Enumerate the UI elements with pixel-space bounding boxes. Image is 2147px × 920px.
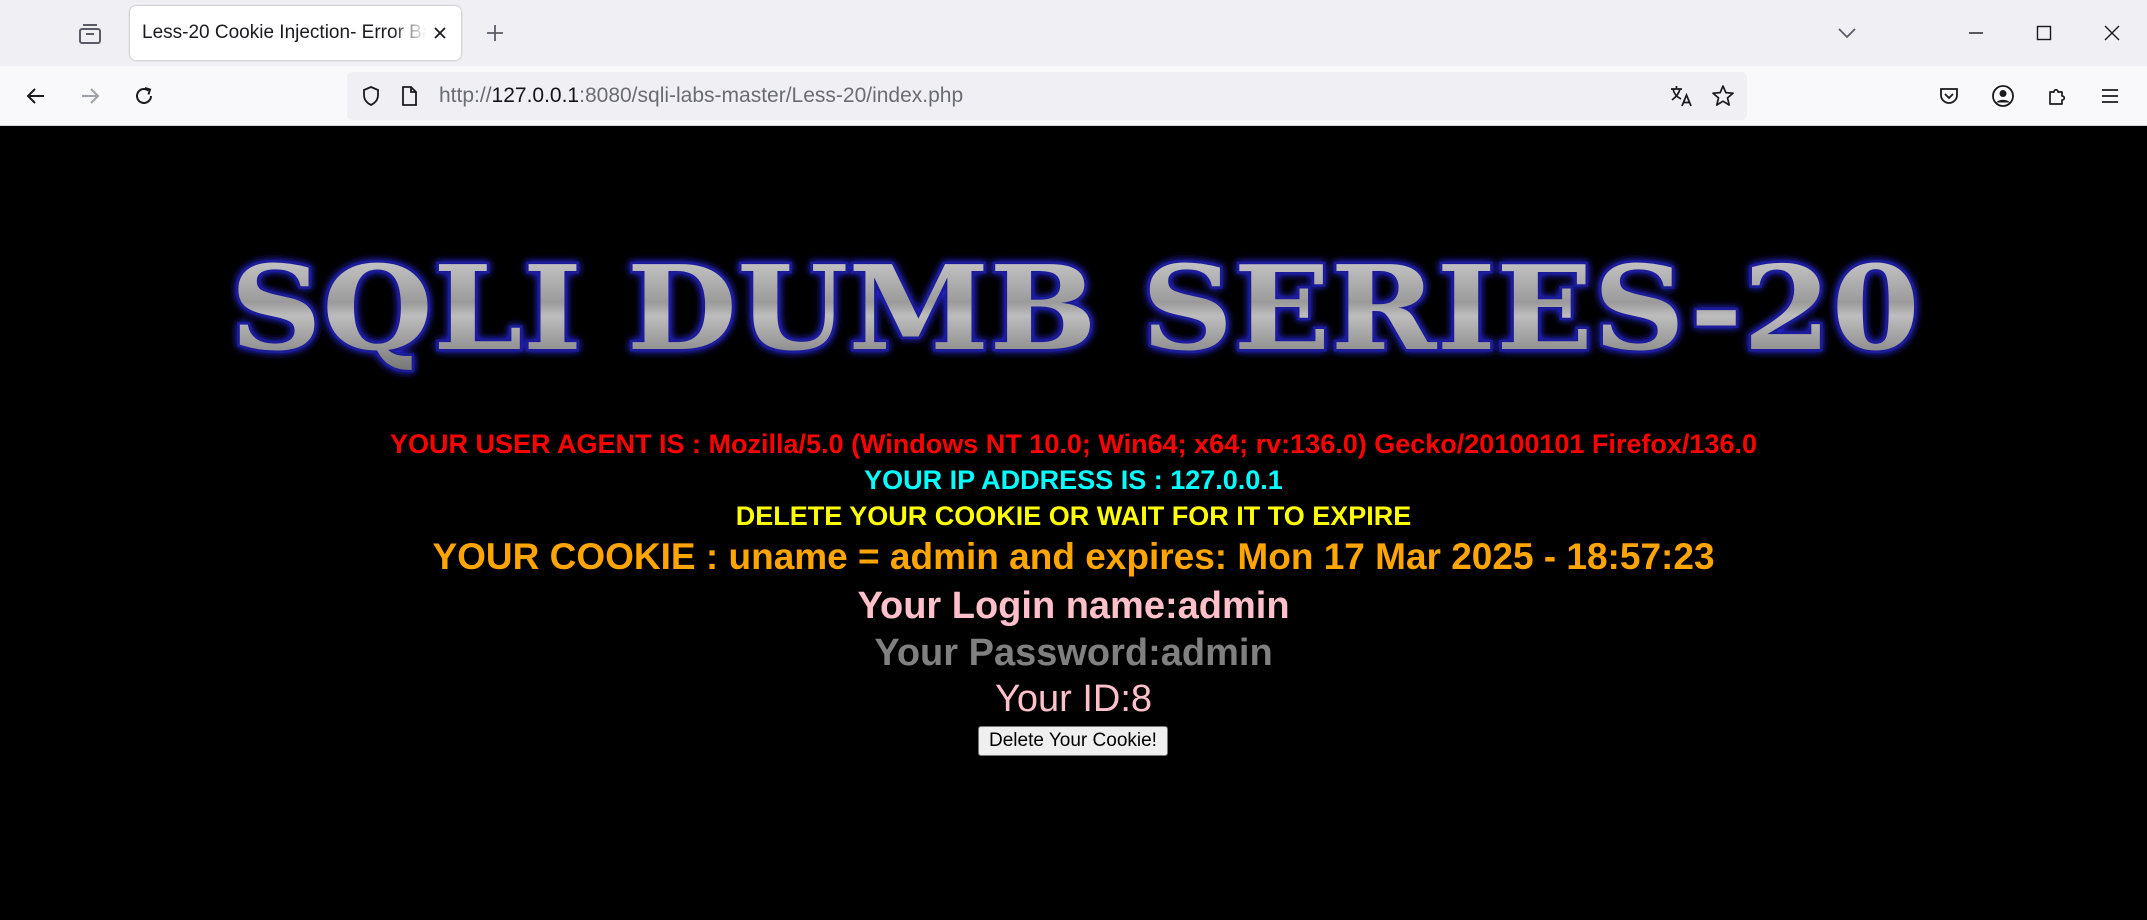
app-menu-button[interactable]: [2090, 76, 2130, 116]
page-content: SQLI DUMB SERIES-20 YOUR USER AGENT IS :…: [0, 126, 2147, 920]
tab-title: Less-20 Cookie Injection- Error Based- s…: [142, 22, 426, 43]
account-button[interactable]: [1983, 76, 2023, 116]
maximize-icon: [2036, 25, 2052, 41]
user-agent-line: YOUR USER AGENT IS : Mozilla/5.0 (Window…: [390, 429, 1757, 459]
tab-active[interactable]: Less-20 Cookie Injection- Error Based- s…: [130, 6, 461, 60]
back-button[interactable]: [16, 76, 56, 116]
address-bar[interactable]: http://127.0.0.1:8080/sqli-labs-master/L…: [347, 72, 1747, 120]
login-name-line: Your Login name:admin: [857, 585, 1290, 627]
pocket-icon: [1940, 88, 1958, 104]
tab-overview-icon: [79, 24, 101, 44]
url-host: 127.0.0.1: [491, 84, 580, 107]
plus-icon: [487, 25, 503, 41]
maximize-button[interactable]: [2010, 0, 2078, 66]
forward-button[interactable]: [70, 76, 110, 116]
password-line: Your Password:admin: [874, 632, 1273, 674]
url-path: :8080/sqli-labs-master/Less-20/index.php: [579, 84, 964, 107]
chevron-down-icon: [1838, 28, 1856, 39]
delete-cookie-notice: DELETE YOUR COOKIE OR WAIT FOR IT TO EXP…: [735, 501, 1412, 531]
arrow-right-icon: [82, 88, 100, 104]
navigation-toolbar: http://127.0.0.1:8080/sqli-labs-master/L…: [0, 66, 2147, 126]
ip-address-line: YOUR IP ADDRESS IS : 127.0.0.1: [864, 465, 1283, 495]
hamburger-menu-icon: [2102, 89, 2118, 103]
cookie-info-line: YOUR COOKIE : uname = admin and expires:…: [432, 536, 1715, 577]
translate-icon[interactable]: [1667, 82, 1695, 110]
extensions-button[interactable]: [2037, 76, 2077, 116]
bookmark-star-icon[interactable]: [1709, 82, 1737, 110]
tab-overview-button[interactable]: [70, 14, 110, 54]
delete-cookie-button[interactable]: Delete Your Cookie!: [978, 726, 1168, 756]
window-close-button[interactable]: [2078, 0, 2146, 66]
banner-title: SQLI DUMB SERIES-20: [230, 241, 1920, 377]
list-all-tabs-button[interactable]: [1828, 14, 1866, 52]
tab-strip: Less-20 Cookie Injection- Error Based- s…: [0, 0, 2147, 66]
url-text[interactable]: http://127.0.0.1:8080/sqli-labs-master/L…: [439, 72, 963, 120]
close-icon: [434, 27, 446, 39]
pocket-button[interactable]: [1929, 76, 1969, 116]
account-icon: [1992, 85, 2014, 107]
banner-logo: SQLI DUMB SERIES-20: [228, 239, 1923, 380]
shield-icon[interactable]: [357, 82, 385, 110]
arrow-left-icon: [26, 88, 44, 104]
tab-close-button[interactable]: [427, 20, 453, 46]
browser-window: Less-20 Cookie Injection- Error Based- s…: [0, 0, 2147, 920]
new-tab-button[interactable]: [476, 14, 514, 52]
close-icon: [2104, 25, 2120, 41]
minimize-button[interactable]: [1942, 0, 2010, 66]
minimize-icon: [1969, 32, 1983, 34]
page-info-icon[interactable]: [395, 82, 423, 110]
url-scheme: http://: [439, 84, 492, 107]
reload-icon: [136, 87, 152, 104]
puzzle-icon: [2049, 88, 2066, 105]
user-id-line: Your ID:8: [994, 678, 1153, 720]
reload-button[interactable]: [124, 76, 164, 116]
